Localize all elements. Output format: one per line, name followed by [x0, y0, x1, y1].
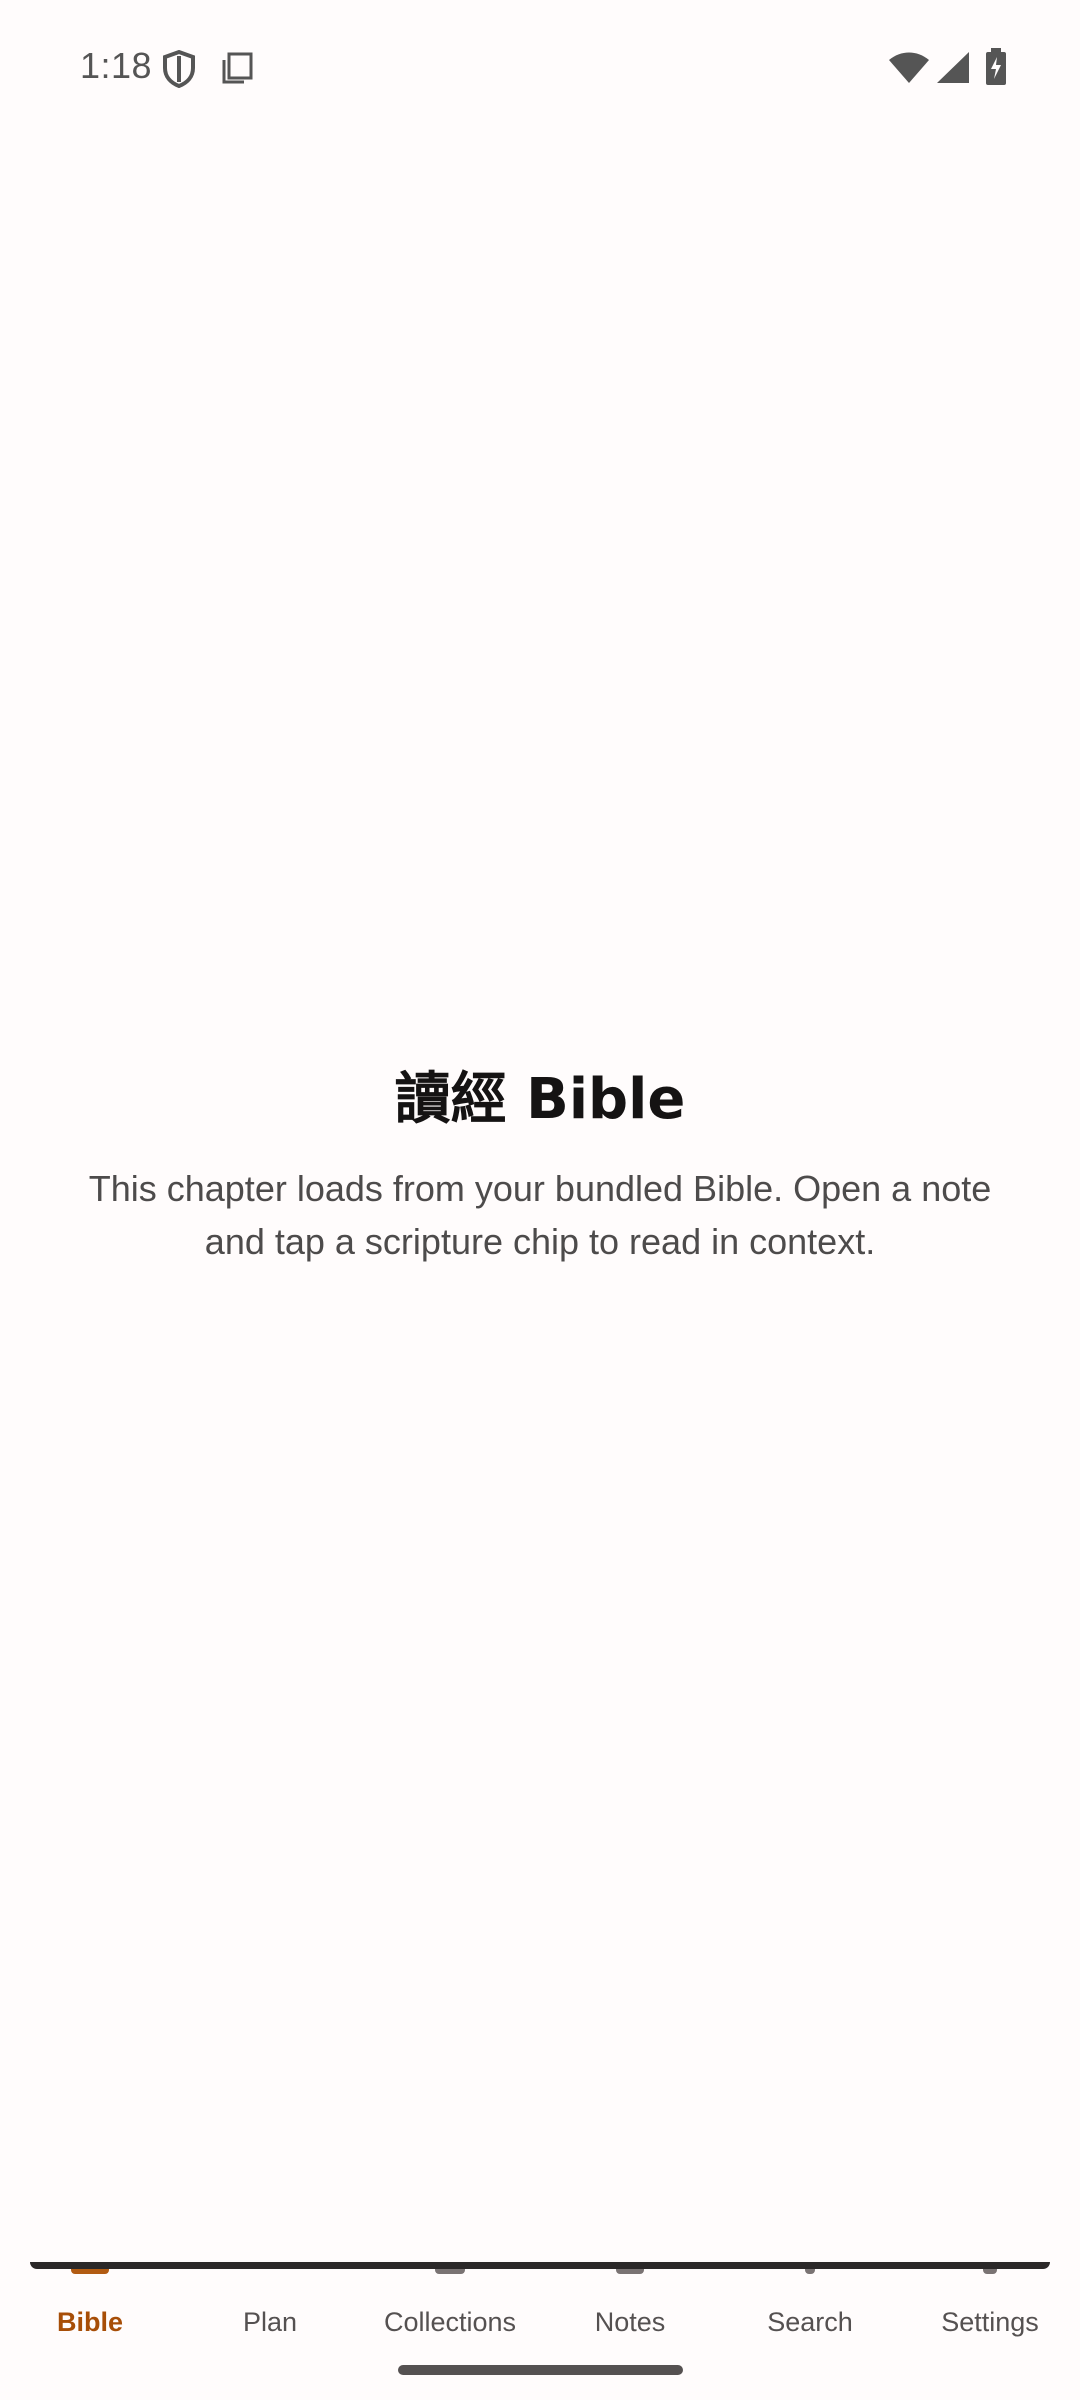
- book-icon: [71, 2269, 109, 2274]
- collections-icon: [435, 2269, 465, 2274]
- status-bar: 1:18: [0, 0, 1080, 130]
- notes-icon: [616, 2269, 644, 2274]
- empty-state: 讀經 Bible This chapter loads from your bu…: [0, 1060, 1080, 1268]
- wifi-icon: [889, 52, 929, 83]
- nav-item-search[interactable]: Search: [720, 2262, 900, 2372]
- shield-icon: [163, 50, 195, 88]
- gear-icon: [983, 2269, 997, 2274]
- battery-charging-icon: [986, 48, 1006, 85]
- nav-label-plan: Plan: [242, 2307, 298, 2337]
- bottom-navigation: Bible Plan Collections Notes Search Sett…: [0, 2262, 1080, 2400]
- nav-item-collections[interactable]: Collections: [360, 2262, 540, 2372]
- search-icon: [805, 2269, 815, 2274]
- screenshot-icon: [222, 52, 253, 84]
- home-indicator[interactable]: [398, 2365, 683, 2375]
- page-title: 讀經 Bible: [394, 1067, 686, 1132]
- nav-label-collections: Collections: [383, 2307, 517, 2337]
- nav-item-notes[interactable]: Notes: [540, 2262, 720, 2372]
- nav-label-search: Search: [767, 2307, 853, 2337]
- nav-label-notes: Notes: [594, 2307, 666, 2337]
- status-time: 1:18: [80, 45, 153, 86]
- nav-label-settings: Settings: [941, 2307, 1039, 2337]
- nav-item-settings[interactable]: Settings: [900, 2262, 1080, 2372]
- nav-item-plan[interactable]: Plan: [180, 2262, 360, 2372]
- nav-item-bible[interactable]: Bible: [0, 2262, 180, 2372]
- empty-state-description: This chapter loads from your bundled Bib…: [88, 1168, 992, 1262]
- signal-icon: [937, 52, 969, 83]
- nav-label-bible: Bible: [56, 2307, 123, 2337]
